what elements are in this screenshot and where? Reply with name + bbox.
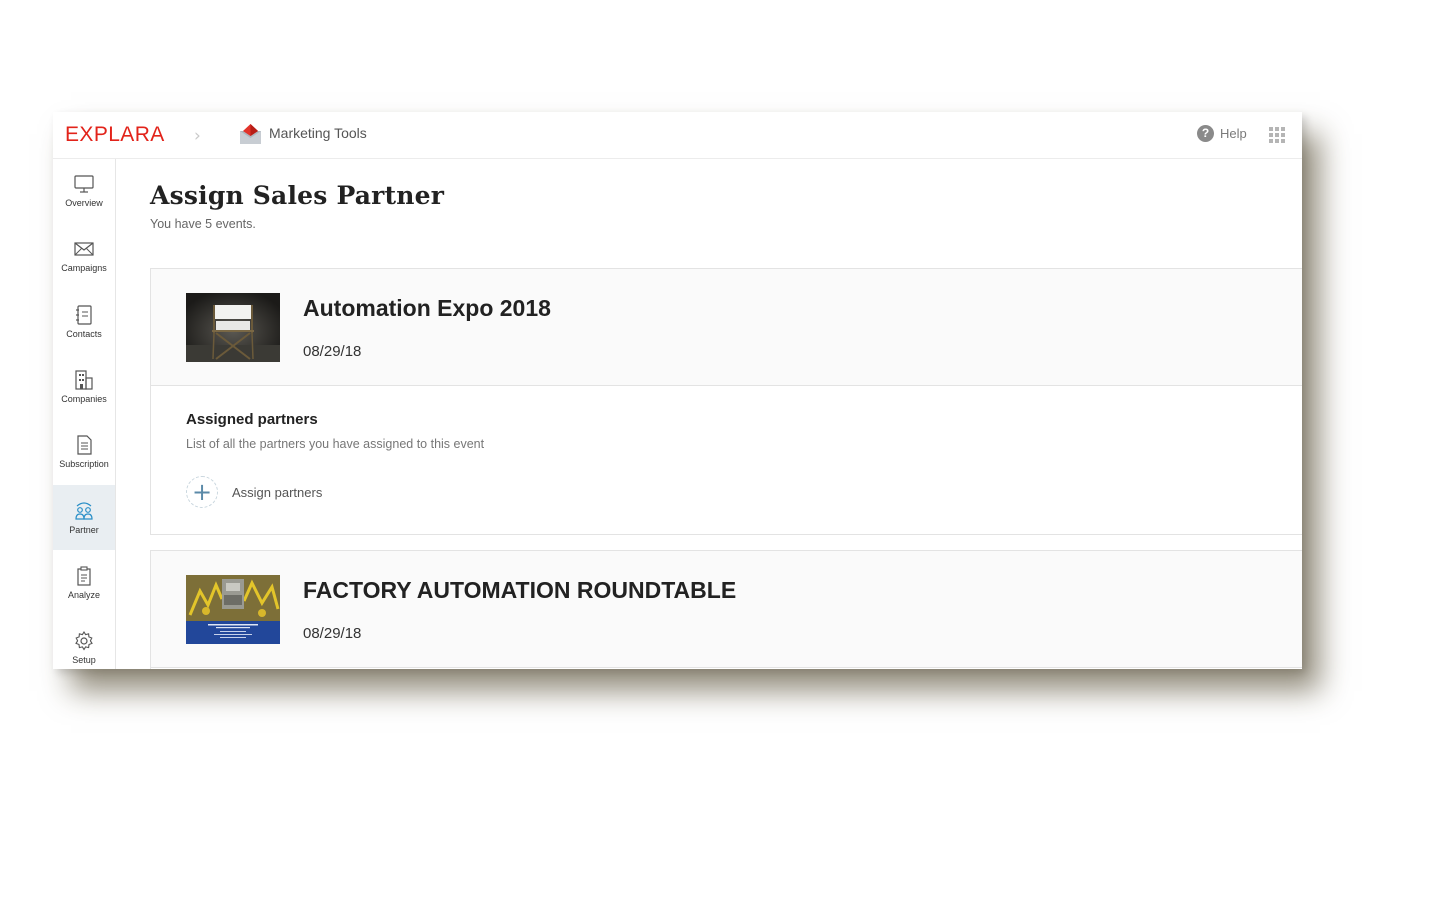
sidebar-item-contacts[interactable]: Contacts (53, 290, 115, 352)
assigned-partners-description: List of all the partners you have assign… (186, 437, 485, 451)
event-card: Automation Expo 2018 08/29/18 Assigned p… (150, 268, 1302, 535)
partner-icon (75, 502, 93, 520)
event-card: FACTORY AUTOMATION ROUNDTABLE 08/29/18 (150, 550, 1302, 669)
sidebar-item-label: Contacts (66, 328, 102, 339)
sidebar-item-subscription[interactable]: Subscription (53, 420, 115, 482)
apps-grid-icon[interactable] (1269, 127, 1285, 143)
document-icon (77, 434, 92, 455)
help-label: Help (1220, 126, 1247, 141)
explara-logo[interactable]: EXPLARA (65, 122, 165, 148)
event-thumbnail (186, 293, 280, 362)
breadcrumb-separator: › (194, 126, 201, 146)
clipboard-icon (77, 565, 91, 586)
top-bar: EXPLARA › Marketing Tools ? Help (53, 112, 1302, 159)
app-name[interactable]: Marketing Tools (269, 125, 367, 141)
sidebar-item-label: Analyze (67, 589, 101, 600)
monitor-icon (74, 174, 94, 193)
building-icon (75, 369, 93, 390)
event-title[interactable]: Automation Expo 2018 (303, 295, 551, 322)
assign-partners-button[interactable]: + Assign partners (186, 476, 322, 508)
sidebar-item-setup[interactable]: Setup (53, 616, 115, 669)
sidebar-item-analyze[interactable]: Analyze (53, 551, 115, 613)
sidebar-item-companies[interactable]: Companies (53, 355, 115, 417)
contacts-icon (76, 304, 92, 325)
marketing-tools-icon (240, 124, 261, 144)
sidebar: Overview Campaigns Contacts Companies Su… (53, 159, 116, 669)
app-window: EXPLARA › Marketing Tools ? Help Overvie… (53, 112, 1302, 669)
sidebar-item-label: Setup (72, 654, 96, 665)
sidebar-item-campaigns[interactable]: Campaigns (53, 224, 115, 286)
gear-icon (75, 630, 93, 651)
event-date: 08/29/18 (303, 343, 362, 360)
envelope-icon (74, 241, 94, 256)
event-date: 08/29/18 (303, 625, 362, 642)
sidebar-item-label: Campaigns (61, 262, 107, 273)
sidebar-item-label: Companies (61, 393, 107, 404)
page-title: Assign Sales Partner (150, 181, 445, 210)
sidebar-item-overview[interactable]: Overview (53, 159, 115, 221)
page-subtitle: You have 5 events. (150, 217, 256, 231)
event-thumbnail (186, 575, 280, 644)
main-content: Assign Sales Partner You have 5 events. (115, 159, 1302, 669)
question-icon: ? (1197, 125, 1214, 142)
sidebar-item-label: Partner (69, 525, 99, 535)
sidebar-item-label: Overview (65, 197, 103, 208)
assigned-partners-heading: Assigned partners (186, 411, 318, 428)
help-button[interactable]: ? Help (1197, 125, 1247, 142)
plus-icon: + (186, 476, 218, 508)
event-card-header[interactable]: FACTORY AUTOMATION ROUNDTABLE 08/29/18 (151, 551, 1302, 668)
sidebar-item-partner[interactable]: Partner (53, 485, 115, 550)
assign-partners-label: Assign partners (232, 484, 323, 500)
sidebar-item-label: Subscription (59, 458, 109, 469)
event-card-header[interactable]: Automation Expo 2018 08/29/18 (151, 269, 1302, 386)
event-title[interactable]: FACTORY AUTOMATION ROUNDTABLE (303, 577, 736, 604)
